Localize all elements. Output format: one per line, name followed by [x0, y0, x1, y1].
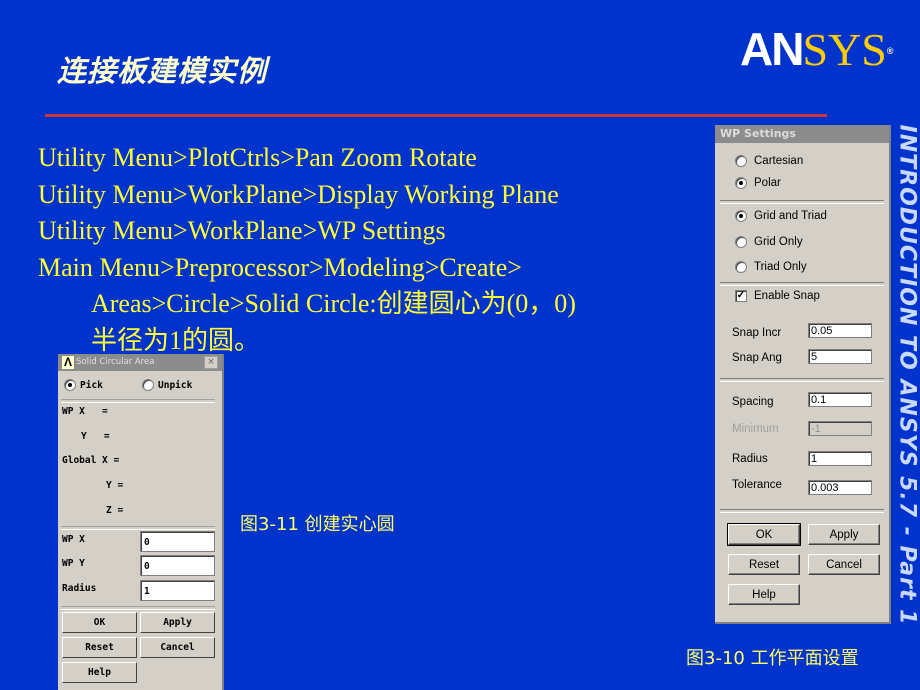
- snap-ang-label: Snap Ang: [732, 352, 782, 364]
- radio-unpick[interactable]: Unpick: [142, 379, 192, 391]
- separator: [61, 526, 215, 530]
- radio-label: Cartesian: [754, 155, 804, 167]
- logo-part-an: AN: [740, 23, 804, 75]
- apply-button[interactable]: Apply: [808, 524, 880, 545]
- wp-y-input[interactable]: 0: [140, 555, 215, 576]
- radius-label: Radius: [732, 453, 768, 465]
- help-button[interactable]: Help: [728, 584, 800, 605]
- snap-incr-label: Snap Incr: [732, 327, 782, 339]
- readout-global-y: Y =: [106, 480, 124, 491]
- wp-settings-dialog: WP Settings Cartesian Polar Grid and Tri…: [715, 125, 891, 624]
- snap-incr-input[interactable]: 0.05: [808, 323, 872, 338]
- separator: [720, 200, 884, 204]
- radius-label: Radius: [62, 583, 97, 594]
- title-divider: [45, 114, 827, 117]
- radio-label: Triad Only: [754, 261, 807, 273]
- snap-ang-input[interactable]: 5: [808, 349, 872, 364]
- side-banner-text: INTRODUCTION TO ANSYS 5.7 - Part 1: [894, 124, 920, 626]
- dialog-title: Solid Circular Area: [76, 357, 155, 367]
- readout-global-z: Z =: [106, 505, 124, 516]
- readout-wp-x: WP X =: [62, 406, 108, 417]
- separator: [61, 399, 215, 403]
- radio-label: Unpick: [158, 379, 193, 391]
- wp-x-label: WP X: [62, 534, 85, 545]
- checkbox-label: Enable Snap: [754, 290, 820, 302]
- tolerance-label: Tolerance: [732, 479, 782, 491]
- radio-pick[interactable]: Pick: [64, 379, 103, 391]
- enable-snap-checkbox[interactable]: ✓ Enable Snap: [735, 290, 820, 302]
- radio-label: Grid and Triad: [754, 210, 827, 222]
- instruction-line: Utility Menu>PlotCtrls>Pan Zoom Rotate: [38, 143, 477, 172]
- instruction-line: Utility Menu>WorkPlane>WP Settings: [38, 216, 446, 245]
- radio-icon: [142, 379, 154, 391]
- separator: [61, 606, 215, 610]
- ansys-logo: ANSYS®: [740, 26, 893, 73]
- instruction-line: Utility Menu>WorkPlane>Display Working P…: [38, 179, 559, 209]
- side-banner: INTRODUCTION TO ANSYS 5.7 - Part 1: [893, 124, 920, 626]
- figure-caption-3-10: 图3-10 工作平面设置: [686, 648, 859, 669]
- spacing-label: Spacing: [732, 396, 774, 408]
- logo-part-sys: SYS: [802, 24, 887, 75]
- radio-label: Grid Only: [754, 236, 803, 248]
- wp-x-input[interactable]: 0: [140, 531, 215, 552]
- radio-cartesian[interactable]: Cartesian: [735, 155, 803, 167]
- ok-button[interactable]: OK: [727, 523, 801, 546]
- cancel-button[interactable]: Cancel: [140, 637, 215, 658]
- ansys-app-icon: Λ: [62, 355, 74, 369]
- cancel-button[interactable]: Cancel: [808, 554, 880, 575]
- radius-input[interactable]: 1: [808, 451, 872, 466]
- solid-circle-titlebar[interactable]: Λ Solid Circular Area ×: [58, 354, 222, 371]
- figure-caption-3-11: 图3-11 创建实心圆: [240, 514, 395, 535]
- help-button[interactable]: Help: [62, 662, 137, 683]
- registered-mark: ®: [886, 46, 894, 56]
- radius-input[interactable]: 1: [140, 580, 215, 601]
- radio-icon: [735, 261, 747, 273]
- ok-button[interactable]: OK: [62, 612, 137, 633]
- instruction-line: Areas>Circle>Solid Circle:创建圆心为(0，0): [91, 289, 576, 318]
- readout-global-x: Global X =: [62, 455, 120, 466]
- radio-grid-and-triad[interactable]: Grid and Triad: [735, 210, 827, 222]
- radio-selected-icon: [735, 210, 747, 222]
- radio-icon: [735, 155, 747, 167]
- readout-wp-y: Y =: [81, 431, 110, 442]
- slide-title: 连接板建模实例: [57, 54, 268, 88]
- reset-button[interactable]: Reset: [62, 637, 137, 658]
- radio-label: Pick: [80, 379, 103, 391]
- checkmark-icon: ✓: [735, 290, 747, 302]
- radio-selected-icon: [64, 379, 76, 391]
- radio-triad-only[interactable]: Triad Only: [735, 261, 807, 273]
- minimum-label: Minimum: [732, 423, 779, 435]
- radio-icon: [735, 236, 747, 248]
- tolerance-input[interactable]: 0.003: [808, 480, 872, 495]
- minimum-input: -1: [808, 421, 872, 436]
- radio-grid-only[interactable]: Grid Only: [735, 236, 803, 248]
- radio-polar[interactable]: Polar: [735, 177, 781, 189]
- separator: [720, 282, 884, 286]
- separator: [720, 378, 884, 382]
- instruction-text: Utility Menu>PlotCtrls>Pan Zoom Rotate U…: [38, 140, 576, 359]
- wp-y-label: WP Y: [62, 558, 85, 569]
- radio-label: Polar: [754, 177, 781, 189]
- apply-button[interactable]: Apply: [140, 612, 215, 633]
- radio-selected-icon: [735, 177, 747, 189]
- reset-button[interactable]: Reset: [728, 554, 800, 575]
- spacing-input[interactable]: 0.1: [808, 392, 872, 407]
- separator: [720, 509, 884, 513]
- wp-settings-titlebar[interactable]: WP Settings: [715, 125, 889, 143]
- instruction-line: Main Menu>Preprocessor>Modeling>Create>: [38, 252, 522, 282]
- solid-circular-area-dialog: Λ Solid Circular Area × Pick Unpick WP X…: [58, 354, 224, 690]
- close-icon[interactable]: ×: [204, 356, 218, 369]
